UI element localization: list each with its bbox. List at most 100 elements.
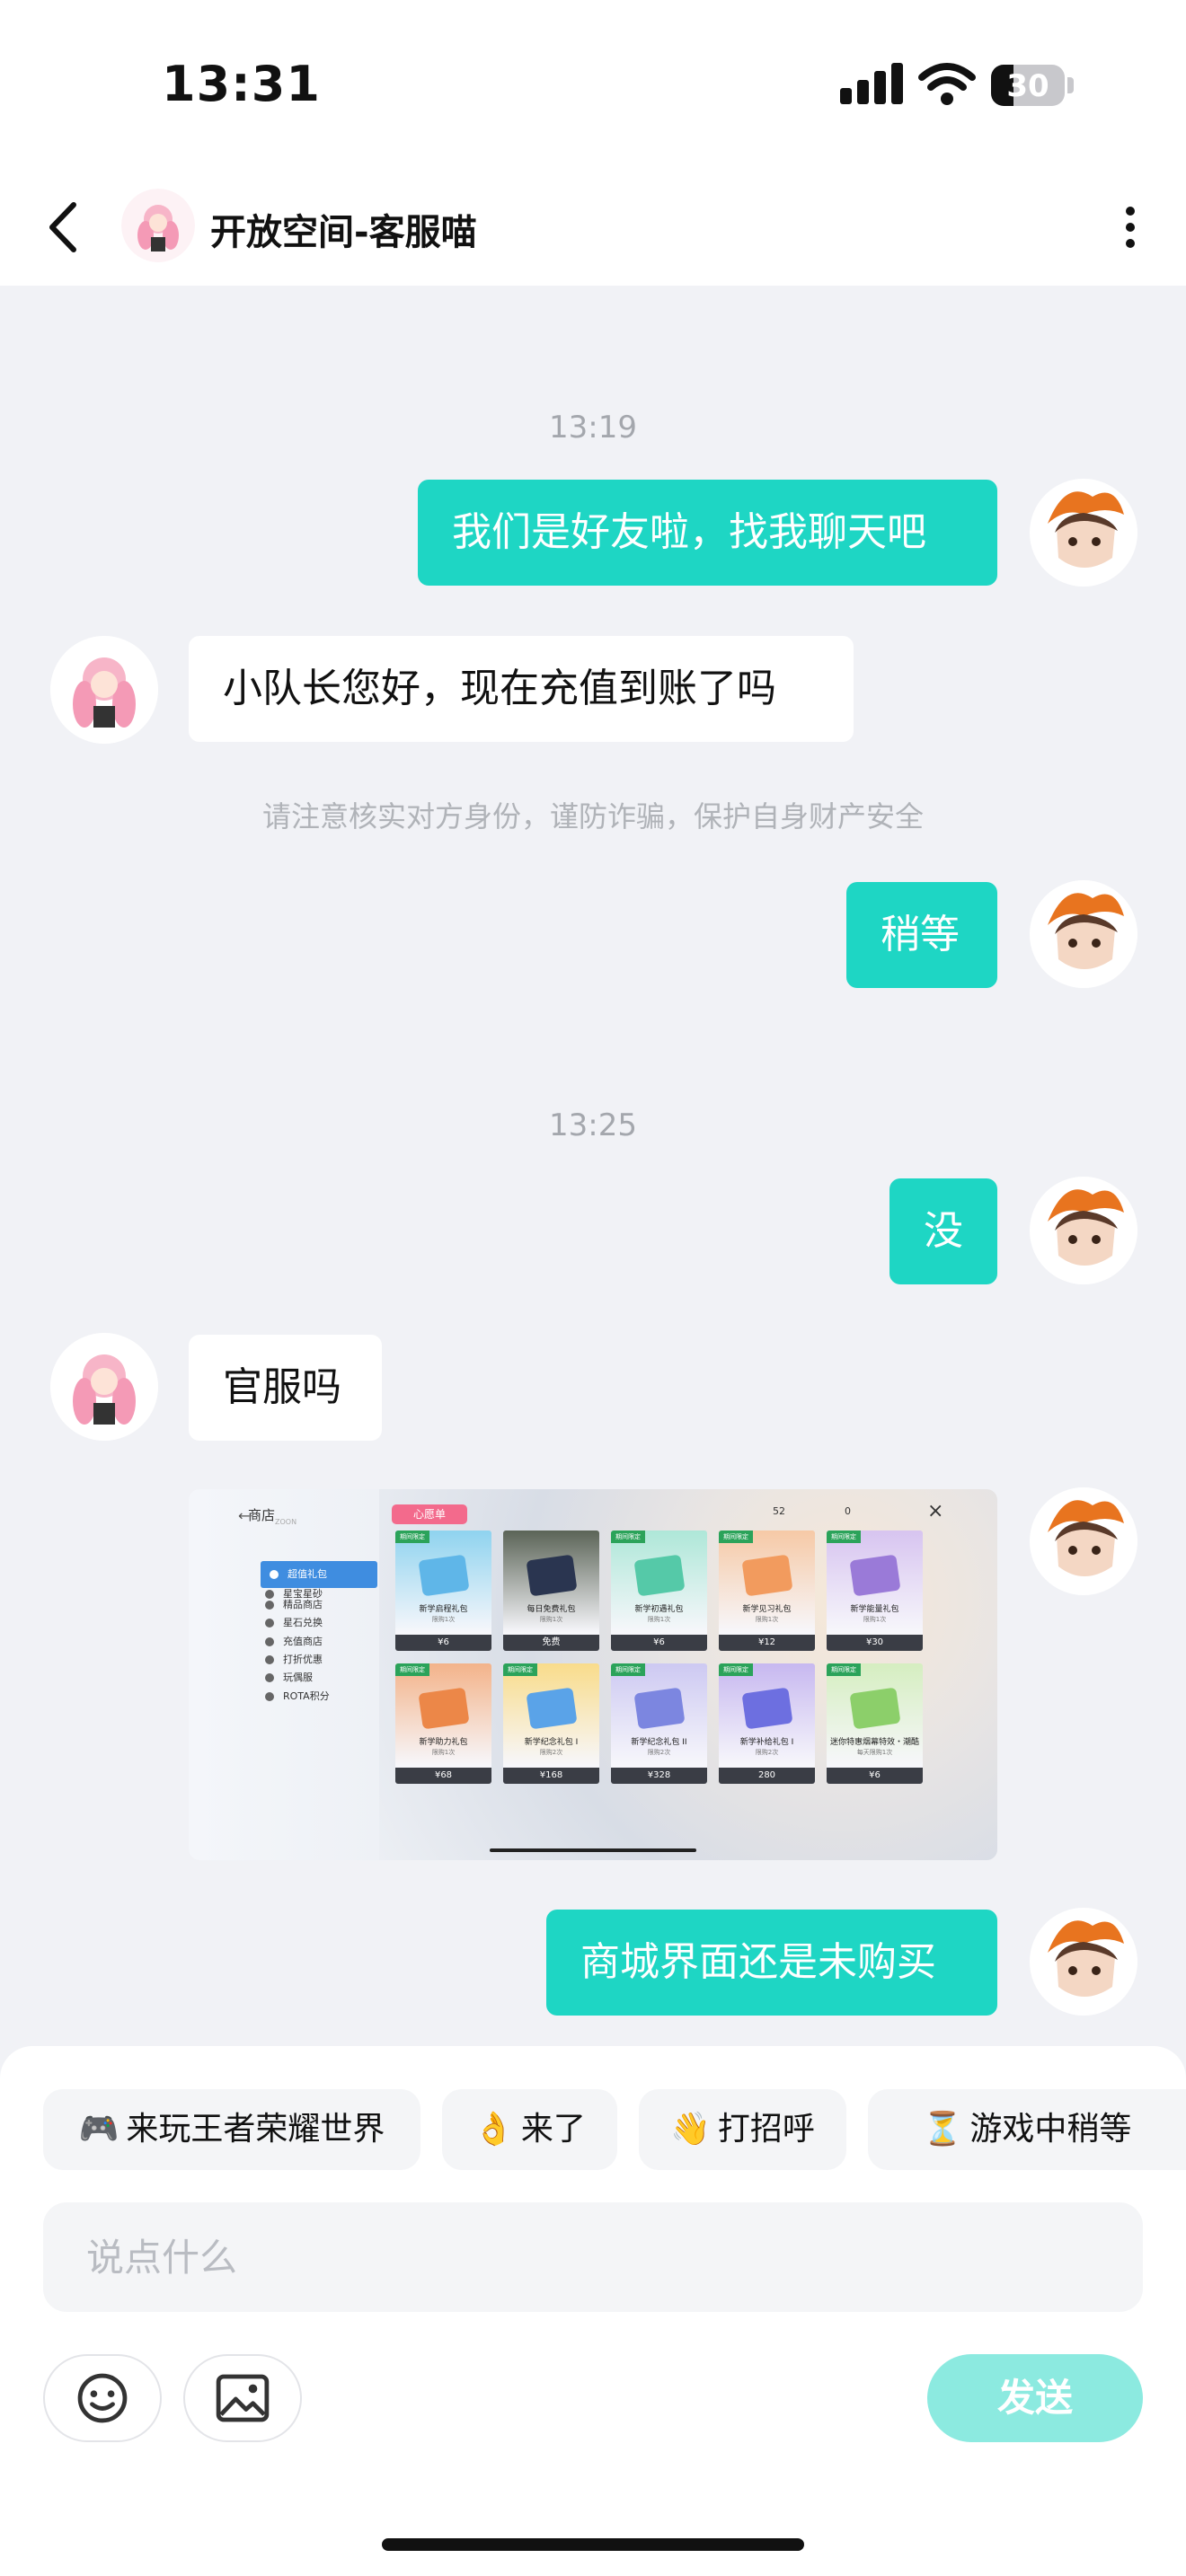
card-name: 新学能量礼包 [850, 1605, 899, 1614]
shop-menu-item: 充值商店 [265, 1634, 323, 1648]
card-limit: 限购1次 [431, 1749, 456, 1756]
gift-box-icon [741, 1554, 793, 1597]
emoji-button[interactable] [43, 2354, 162, 2442]
quick-reply-chip[interactable]: 👌 来了 [442, 2089, 617, 2170]
gamepad-icon: 🎮 [78, 2111, 119, 2148]
message-bubble-outgoing[interactable]: 稍等 [846, 882, 997, 988]
my-avatar[interactable] [1030, 1487, 1137, 1595]
gift-box-icon [418, 1687, 470, 1730]
card-price: ¥328 [611, 1768, 707, 1784]
card-name: 新学初遇礼包 [634, 1605, 684, 1614]
message-bubble-outgoing[interactable]: 商城界面还是未购买 [546, 1910, 997, 2016]
shop-subtitle: ZOON [275, 1518, 297, 1526]
currency-amount: 0 [845, 1505, 851, 1517]
message-bubble-outgoing[interactable]: 没 [890, 1178, 997, 1284]
my-avatar[interactable] [1030, 479, 1137, 587]
card-tag: 期间限定 [611, 1663, 645, 1676]
battery-tip [1067, 77, 1074, 93]
quick-reply-label: 来了 [520, 2111, 586, 2148]
message-bubble-outgoing[interactable]: 我们是好友啦，找我聊天吧 [418, 480, 997, 586]
shop-menu-label: ROTA积分 [283, 1689, 330, 1702]
shop-close-icon: × [927, 1500, 944, 1522]
card-limit: 限购1次 [755, 1616, 779, 1623]
quick-reply-chip[interactable]: 👋 打招呼 [639, 2089, 846, 2170]
signal-icon [840, 63, 903, 104]
contact-avatar[interactable] [121, 189, 195, 262]
shop-menu-label: 星石兑换 [283, 1617, 323, 1629]
shop-menu-item: 精品商店 [265, 1597, 323, 1611]
my-avatar[interactable] [1030, 1908, 1137, 2016]
card-price: ¥30 [827, 1635, 923, 1651]
shop-gift-card: 期间限定 新学初遇礼包 限购1次 ¥6 [611, 1531, 707, 1651]
card-limit: 限购2次 [755, 1749, 779, 1756]
battery-level: 30 [1006, 68, 1049, 104]
gift-box-icon [741, 1687, 793, 1730]
message-bubble-incoming[interactable]: 官服吗 [189, 1335, 382, 1441]
card-price: ¥6 [395, 1635, 491, 1651]
ok-hand-icon: 👌 [474, 2111, 514, 2148]
my-avatar[interactable] [1030, 1177, 1137, 1284]
image-button[interactable] [183, 2354, 302, 2442]
wifi-icon [918, 63, 976, 105]
card-limit: 限购1次 [647, 1616, 671, 1623]
service-avatar[interactable] [50, 1333, 158, 1441]
card-limit: 限购2次 [539, 1749, 563, 1756]
screenshot-home-indicator [490, 1848, 696, 1852]
card-tag: 期间限定 [827, 1531, 861, 1543]
send-button[interactable]: 发送 [927, 2354, 1143, 2442]
shop-title: 商店 [248, 1507, 276, 1523]
card-limit: 限购2次 [647, 1749, 671, 1756]
card-name: 新学启程礼包 [419, 1605, 468, 1614]
back-arrow-icon[interactable] [36, 198, 95, 257]
quick-reply-chip[interactable]: 🎮 来玩王者荣耀世界 [43, 2089, 420, 2170]
gift-box-icon [633, 1554, 686, 1597]
card-tag: 期间限定 [395, 1663, 429, 1676]
wishlist-badge: 心愿单 [392, 1504, 467, 1524]
message-input[interactable] [43, 2202, 1143, 2312]
shop-gift-card: 每日免费礼包 限购1次 免费 [503, 1531, 599, 1651]
card-limit: 限购1次 [431, 1616, 456, 1623]
card-tag: 期间限定 [719, 1531, 753, 1543]
card-tag: 期间限定 [827, 1663, 861, 1676]
shop-menu-item: 打折优惠 [265, 1652, 323, 1666]
shop-gift-card: 期间限定 新学见习礼包 限购1次 ¥12 [719, 1531, 815, 1651]
more-options-icon[interactable] [1111, 198, 1150, 257]
my-avatar[interactable] [1030, 880, 1137, 988]
safety-notice: 请注意核实对方身份，谨防诈骗，保护自身财产安全 [261, 799, 924, 834]
chat-title: 开放空间-客服喵 [210, 212, 477, 253]
card-limit: 限购1次 [863, 1616, 887, 1623]
card-price: ¥168 [503, 1768, 599, 1784]
shop-menu-item: ROTA积分 [265, 1689, 330, 1703]
card-limit: 限购1次 [539, 1616, 563, 1623]
timestamp: 13:25 [549, 1107, 637, 1143]
shop-menu-label: 超值礼包 [288, 1568, 327, 1580]
timestamp: 13:19 [549, 410, 637, 446]
battery-icon: 30 [991, 65, 1065, 106]
card-price: 280 [719, 1768, 815, 1784]
gift-box-icon [418, 1554, 470, 1597]
card-name: 新学助力礼包 [419, 1738, 468, 1747]
card-price: ¥68 [395, 1768, 491, 1784]
quick-reply-label: 打招呼 [717, 2111, 815, 2148]
card-name: 新学补给礼包 I [739, 1738, 794, 1747]
quick-reply-chip[interactable]: ⏳ 游戏中稍等 [868, 2089, 1186, 2170]
shop-gift-card: 期间限定 迷你特惠烟幕特效・潮酷 每天限购1次 ¥6 [827, 1663, 923, 1784]
image-message[interactable]: ← 商店 ZOON 心愿单 52 0 × 推荐月卡星宝星砂超值礼包精品商店星石兑… [189, 1489, 997, 1860]
card-tag: 期间限定 [611, 1531, 645, 1543]
quick-reply-label: 来玩王者荣耀世界 [126, 2111, 385, 2148]
shop-gift-card: 期间限定 新学补给礼包 I 限购2次 280 [719, 1663, 815, 1784]
shop-gift-card: 期间限定新学能量礼包 限购1次 ¥30 [827, 1531, 923, 1651]
gift-box-icon [633, 1687, 686, 1730]
card-tag: 期间限定 [503, 1663, 537, 1676]
gift-box-icon [849, 1687, 901, 1730]
gift-box-icon [526, 1554, 578, 1597]
card-name: 每日免费礼包 [527, 1605, 576, 1614]
card-name: 新学纪念礼包 II [631, 1738, 687, 1747]
shop-menu-label: 打折优惠 [283, 1653, 323, 1665]
card-limit: 每天限购1次 [856, 1749, 893, 1756]
service-avatar[interactable] [50, 636, 158, 744]
gift-box-icon [849, 1554, 901, 1597]
message-bubble-incoming[interactable]: 小队长您好，现在充值到账了吗 [189, 636, 854, 742]
shop-gift-card: 期间限定新学助力礼包 限购1次 ¥68 [395, 1663, 491, 1784]
shop-menu-label: 充值商店 [283, 1635, 323, 1647]
